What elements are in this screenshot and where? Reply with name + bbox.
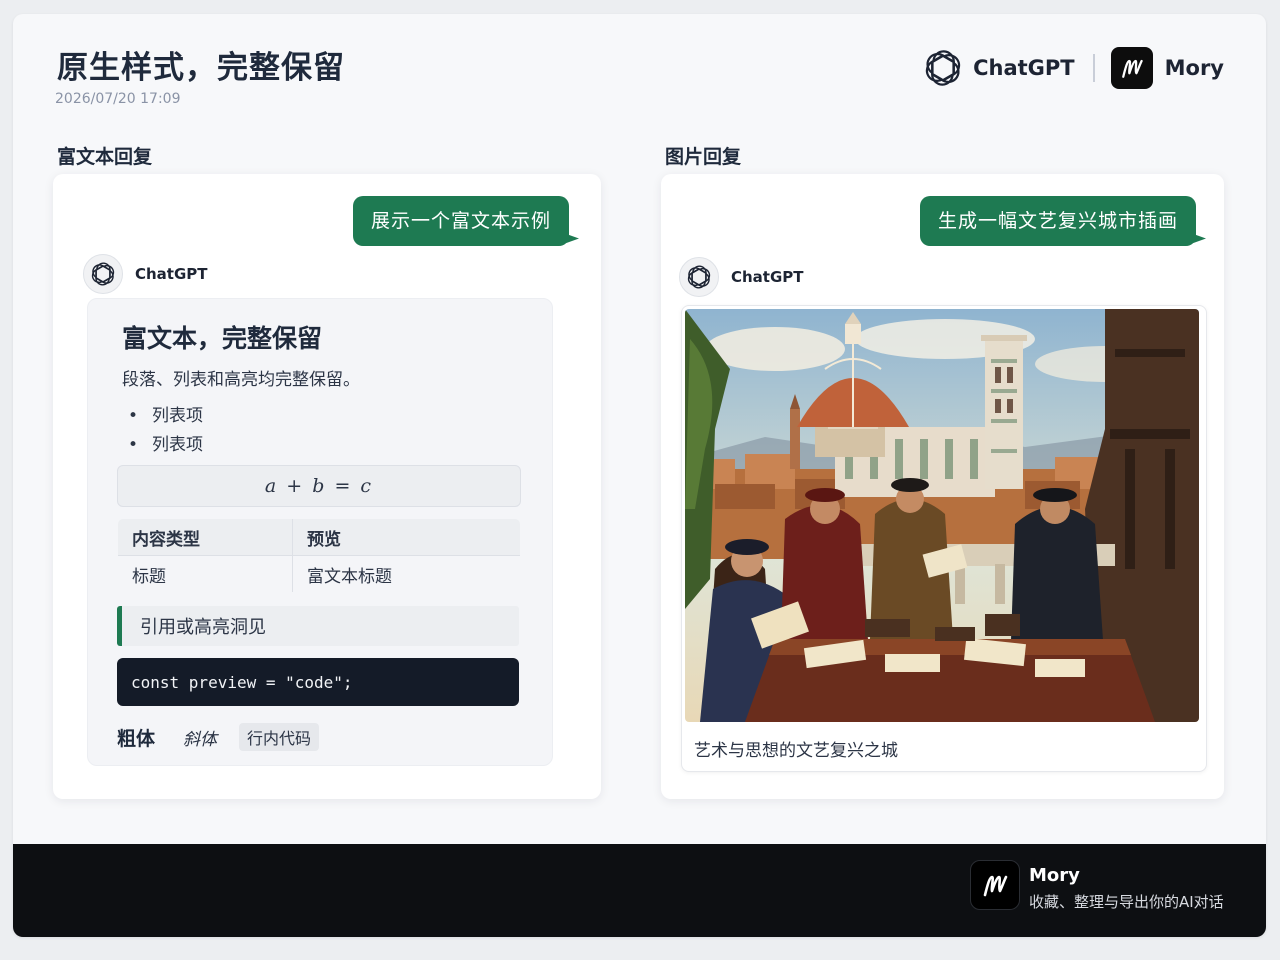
footer-brand-name: Mory <box>1029 865 1080 886</box>
footer-tagline: 收藏、整理与导出你的AI对话 <box>1029 893 1224 911</box>
image-panel: 生成一幅文艺复兴城市插画 ChatGPT 艺术与思想的文艺复兴之城 <box>661 174 1224 799</box>
page-title: 原生样式，完整保留 <box>57 50 345 86</box>
footer-banner: Mory 收藏、整理与导出你的AI对话 <box>13 844 1266 937</box>
table-header: 内容类型 <box>118 519 293 556</box>
rich-text-list: 列表项 列表项 <box>122 402 203 460</box>
table-header: 预览 <box>292 519 520 556</box>
table-cell: 标题 <box>118 555 293 592</box>
brand-header: ChatGPT Mory <box>923 46 1224 90</box>
rich-text-title: 富文本，完整保留 <box>122 324 323 353</box>
blockquote: 引用或高亮洞见 <box>117 606 519 646</box>
section-label-rich-text: 富文本回复 <box>57 146 153 168</box>
renaissance-city-image[interactable] <box>685 309 1199 722</box>
rich-text-paragraph: 段落、列表和高亮均完整保留。 <box>122 370 360 390</box>
italic-text: 斜体 <box>183 729 218 750</box>
assistant-header: ChatGPT <box>679 257 804 297</box>
math-formula: a + b = c <box>117 465 521 507</box>
mory-logo-icon <box>970 860 1020 910</box>
table-cell: 富文本标题 <box>292 555 520 592</box>
chatgpt-avatar-icon <box>83 254 123 294</box>
brand-mory-name: Mory <box>1164 56 1224 80</box>
table-row: 标题 富文本标题 <box>118 555 520 592</box>
timestamp: 2026/07/20 17:09 <box>55 91 181 107</box>
bold-text: 粗体 <box>117 727 156 750</box>
list-item: 列表项 <box>122 402 203 431</box>
inline-code: 行内代码 <box>239 723 320 751</box>
user-message-bubble: 生成一幅文艺复兴城市插画 <box>919 196 1196 246</box>
code-block: const preview = "code"; <box>117 658 519 706</box>
inline-format-row: 粗体 斜体 行内代码 <box>117 723 320 751</box>
brand-chatgpt-name: ChatGPT <box>973 56 1075 80</box>
content-table: 内容类型 预览 标题 富文本标题 <box>117 518 521 593</box>
user-message-bubble: 展示一个富文本示例 <box>352 196 569 246</box>
rich-text-card: 富文本，完整保留 段落、列表和高亮均完整保留。 列表项 列表项 a + b = … <box>87 298 553 766</box>
image-caption: 艺术与思想的文艺复兴之城 <box>694 741 898 761</box>
mory-logo-icon <box>1110 47 1153 89</box>
assistant-name: ChatGPT <box>135 265 208 283</box>
brand-divider <box>1092 54 1095 82</box>
assistant-name: ChatGPT <box>731 268 804 286</box>
section-label-image: 图片回复 <box>665 146 742 168</box>
list-item: 列表项 <box>122 431 203 460</box>
chatgpt-avatar-icon <box>679 257 719 297</box>
chatgpt-logo-icon <box>923 48 963 88</box>
generated-image-card: 艺术与思想的文艺复兴之城 <box>681 305 1207 772</box>
assistant-header: ChatGPT <box>83 254 208 294</box>
export-card: 原生样式，完整保留 2026/07/20 17:09 ChatGPT Mory … <box>13 14 1266 937</box>
rich-text-panel: 展示一个富文本示例 ChatGPT 富文本，完整保留 段落、列表和高亮均完整保留… <box>53 174 601 799</box>
